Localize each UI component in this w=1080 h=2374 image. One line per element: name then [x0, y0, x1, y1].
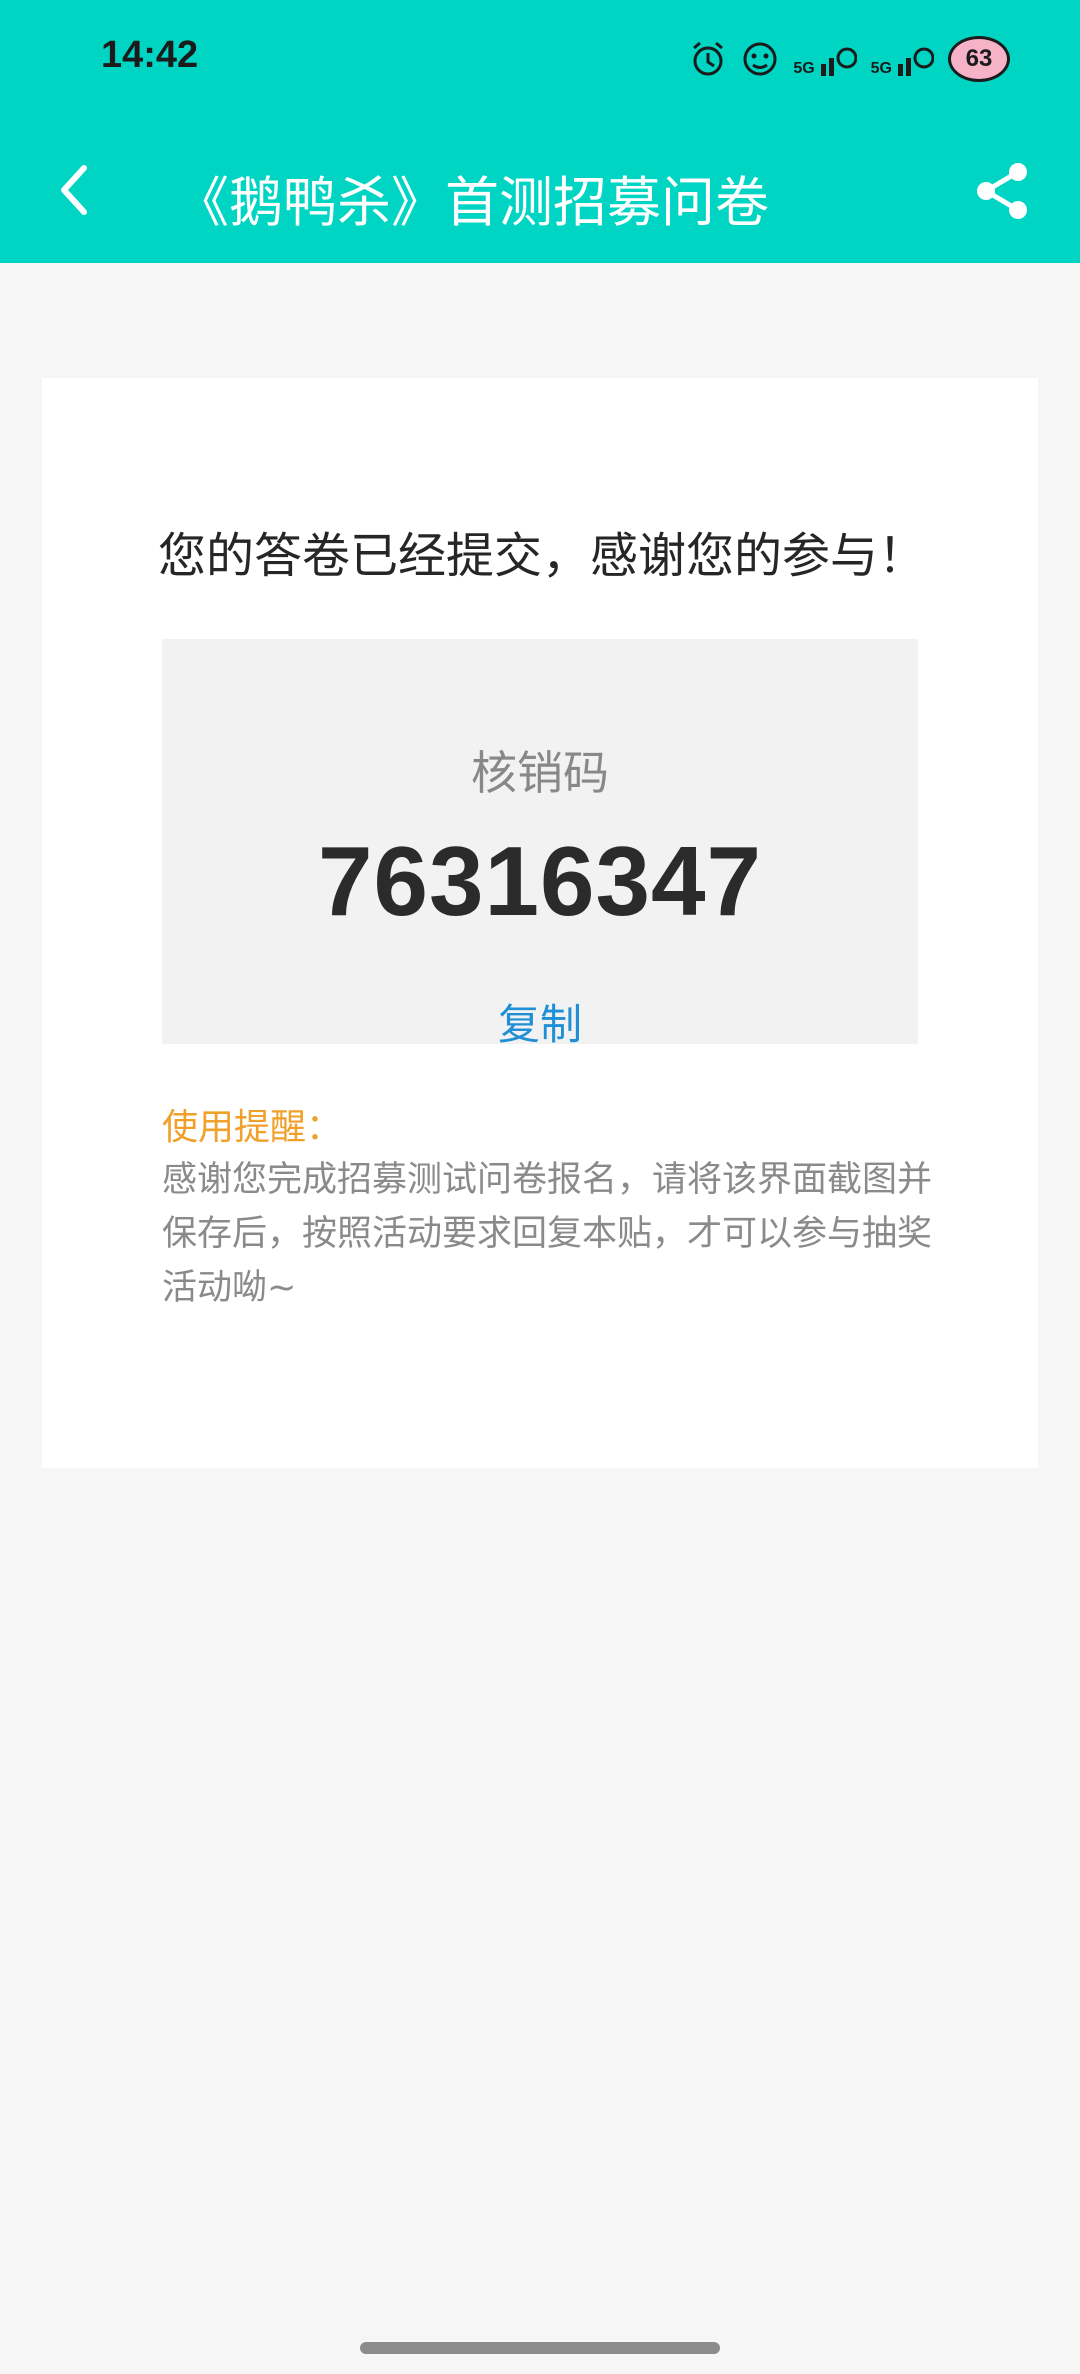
- page-title: 《鹅鸭杀》首测招募问卷: [175, 171, 769, 234]
- reminder-text: 感谢您完成招募测试问卷报名，请将该界面截图并保存后，按照活动要求回复本贴，才可以…: [162, 1160, 933, 1308]
- share-icon: [977, 163, 1027, 219]
- signal-2-icon: 5G: [871, 40, 934, 78]
- notification-icon: [741, 40, 779, 78]
- reminder-title: 使用提醒：: [162, 1107, 343, 1148]
- signal-1-icon: 5G: [793, 40, 857, 78]
- battery-indicator: 63: [948, 36, 1010, 82]
- success-message: 您的答卷已经提交，感谢您的参与！: [158, 528, 927, 584]
- copy-button[interactable]: 复制: [162, 991, 918, 1052]
- alarm-icon: [689, 40, 727, 78]
- back-button[interactable]: [50, 160, 100, 220]
- code-label: 核销码: [471, 746, 609, 800]
- network-2-label: 5G: [870, 60, 892, 77]
- result-card: 您的答卷已经提交，感谢您的参与！ 核销码 76316347 复制 使用提醒： 感…: [42, 378, 1038, 1468]
- redemption-code-box: 核销码 76316347 复制: [162, 639, 918, 1049]
- status-icons: 5G 5G 63: [689, 34, 1010, 84]
- status-time: 14:42: [101, 34, 199, 76]
- chevron-left-icon: [61, 165, 87, 215]
- network-1-label: 5G: [793, 60, 815, 77]
- home-indicator[interactable]: [360, 2342, 720, 2354]
- code-value: 76316347: [317, 826, 763, 936]
- app-header: 14:42 5G 5G 63 《鹅鸭杀》首测招募问卷: [0, 0, 1080, 263]
- share-button[interactable]: [972, 160, 1032, 222]
